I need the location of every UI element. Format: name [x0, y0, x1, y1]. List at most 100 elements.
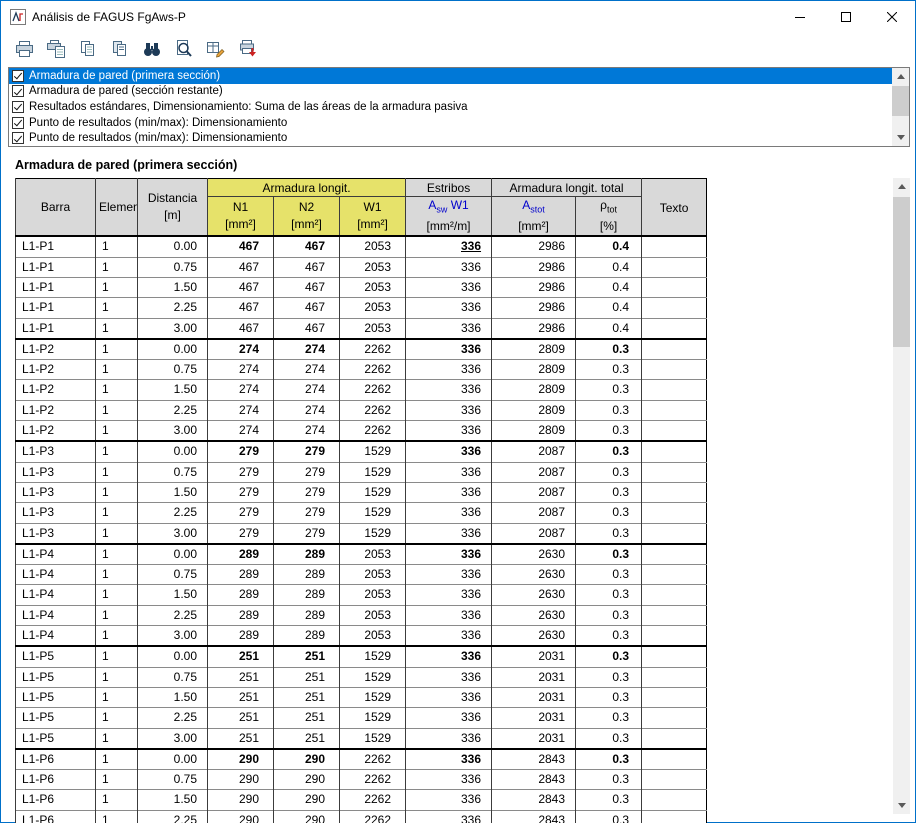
cell-barra: L1-P3 [16, 523, 96, 544]
cell-elemento: 1 [96, 667, 138, 687]
checkbox-icon[interactable] [12, 117, 24, 129]
list-item-label: Armadura de pared (primera sección) [29, 70, 220, 82]
copy-icon [78, 40, 98, 58]
cell-rho: 0.4 [576, 298, 642, 318]
cell-n1: 279 [208, 523, 274, 544]
cell-n1: 251 [208, 646, 274, 667]
preview-zoom-button[interactable] [172, 37, 196, 60]
titlebar: Análisis de FAGUS FgAws-P [1, 1, 915, 32]
cell-barra: L1-P5 [16, 667, 96, 687]
cell-asw: 336 [406, 462, 492, 482]
cell-w1: 2053 [340, 626, 406, 647]
table-row: L1-P313.00279279152933620870.3 [16, 523, 707, 544]
list-item[interactable]: Punto de resultados (min/max): Dimension… [9, 115, 892, 131]
cell-astot: 2031 [492, 667, 576, 687]
scrollbar-thumb[interactable] [893, 197, 910, 347]
maximize-button[interactable] [823, 1, 869, 32]
cell-asw: 336 [406, 544, 492, 565]
table-row: L1-P112.25467467205333629860.4 [16, 298, 707, 318]
edit-table-button[interactable] [204, 37, 228, 60]
cell-barra: L1-P3 [16, 441, 96, 462]
cell-astot: 2630 [492, 605, 576, 625]
cell-w1: 2262 [340, 749, 406, 770]
print-button[interactable] [12, 37, 36, 60]
toolbar [1, 32, 915, 65]
list-item[interactable]: Armadura de pared (sección restante) [9, 84, 892, 100]
listbox-scrollbar[interactable] [892, 68, 909, 146]
cell-asw: 336 [406, 790, 492, 810]
list-item[interactable]: Armadura de pared (primera sección) [9, 68, 892, 84]
cell-asw: 336 [406, 318, 492, 339]
cell-n1: 251 [208, 708, 274, 728]
checkbox-icon[interactable] [12, 132, 24, 144]
preview-zoom-icon [174, 40, 194, 58]
print-page-setup-button[interactable] [44, 37, 68, 60]
cell-n2: 279 [274, 482, 340, 502]
cell-elemento: 1 [96, 257, 138, 277]
checkbox-icon[interactable] [12, 85, 24, 97]
results-table: Barra Elemento Distancia [m] Armadura lo… [15, 178, 707, 823]
cell-asw: 336 [406, 728, 492, 749]
cell-texto [642, 441, 707, 462]
table-scrollbar[interactable] [893, 178, 910, 814]
list-item-label: Punto de resultados (min/max): Dimension… [29, 117, 287, 129]
cell-n2: 290 [274, 790, 340, 810]
cell-n1: 290 [208, 810, 274, 823]
cell-barra: L1-P1 [16, 277, 96, 297]
find-button[interactable] [140, 37, 164, 60]
cell-barra: L1-P2 [16, 400, 96, 420]
cell-n2: 279 [274, 441, 340, 462]
group-header-armadura-longit: Armadura longit. [208, 179, 406, 197]
cell-asw: 336 [406, 503, 492, 523]
scrollbar-track[interactable] [893, 195, 910, 797]
minimize-icon [795, 12, 805, 22]
list-item[interactable]: Resultados estándares, Dimensionamiento:… [9, 99, 892, 115]
table-row: L1-P513.00251251152933620310.3 [16, 728, 707, 749]
cell-distancia: 1.50 [138, 585, 208, 605]
cell-distancia: 3.00 [138, 318, 208, 339]
scrollbar-track[interactable] [892, 85, 909, 129]
table-row: L1-P210.00274274226233628090.3 [16, 339, 707, 360]
list-item[interactable]: Punto de resultados (min/max): Dimension… [9, 130, 892, 146]
cell-barra: L1-P6 [16, 810, 96, 823]
cell-texto [642, 790, 707, 810]
col-header-n1: N1 [mm²] [208, 197, 274, 237]
scroll-down-icon[interactable] [892, 129, 909, 146]
cell-rho: 0.3 [576, 626, 642, 647]
scrollbar-thumb[interactable] [892, 86, 909, 116]
table-row: L1-P110.75467467205333629860.4 [16, 257, 707, 277]
cell-n2: 274 [274, 421, 340, 442]
cell-asw: 336 [406, 400, 492, 420]
cell-barra: L1-P4 [16, 605, 96, 625]
cell-distancia: 0.75 [138, 360, 208, 380]
cell-elemento: 1 [96, 318, 138, 339]
cell-n1: 290 [208, 790, 274, 810]
scroll-down-icon[interactable] [893, 797, 910, 814]
cell-astot: 2809 [492, 421, 576, 442]
cell-texto [642, 298, 707, 318]
checkbox-icon[interactable] [12, 70, 24, 82]
close-button[interactable] [869, 1, 915, 32]
table-row: L1-P410.00289289205333626300.3 [16, 544, 707, 565]
check-mark-icon [13, 87, 21, 96]
cell-asw: 336 [406, 810, 492, 823]
cell-astot: 2031 [492, 646, 576, 667]
cell-distancia: 0.00 [138, 749, 208, 770]
cell-asw: 336 [406, 770, 492, 790]
cell-astot: 2087 [492, 482, 576, 502]
table-row: L1-P110.00467467205333629860.4 [16, 236, 707, 257]
print-export-button[interactable] [236, 37, 260, 60]
print-icon [14, 40, 35, 58]
scroll-up-icon[interactable] [892, 68, 909, 85]
cell-astot: 2809 [492, 339, 576, 360]
scroll-up-icon[interactable] [893, 178, 910, 195]
cell-asw: 336 [406, 523, 492, 544]
col-header-distancia: Distancia [m] [138, 179, 208, 237]
copy-button[interactable] [76, 37, 100, 60]
table-row: L1-P612.25290290226233628430.3 [16, 810, 707, 823]
copy-special-button[interactable] [108, 37, 132, 60]
cell-astot: 2986 [492, 257, 576, 277]
minimize-button[interactable] [777, 1, 823, 32]
cell-w1: 2262 [340, 790, 406, 810]
checkbox-icon[interactable] [12, 101, 24, 113]
